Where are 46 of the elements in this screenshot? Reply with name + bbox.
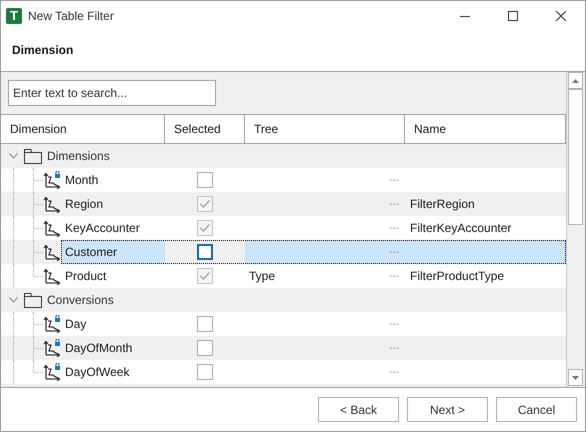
column-header[interactable]: Tree	[245, 115, 405, 143]
column-header[interactable]: Name	[405, 115, 566, 143]
ellipsis-button[interactable]: ···	[389, 340, 399, 356]
folder-icon	[24, 148, 42, 164]
checkbox[interactable]	[197, 364, 213, 380]
app-icon: T	[6, 8, 22, 24]
checkbox[interactable]	[197, 340, 213, 356]
arrow-up-icon	[572, 78, 579, 82]
column-header[interactable]: Dimension	[1, 115, 165, 143]
arrow-down-icon	[572, 376, 579, 380]
dimension-label[interactable]: Customer	[62, 240, 165, 264]
scrollbar[interactable]	[566, 72, 584, 387]
dialog-button[interactable]: Next >	[407, 397, 488, 422]
checkbox[interactable]	[197, 220, 213, 236]
check-icon	[200, 272, 210, 280]
ellipsis-button[interactable]: ···	[389, 364, 399, 380]
close-icon	[556, 10, 566, 20]
window-title: New Table Filter	[28, 8, 114, 24]
tree-value: Type	[249, 268, 276, 285]
group-label[interactable]: Conversions	[47, 291, 114, 309]
checkbox[interactable]	[197, 268, 213, 284]
scroll-up-button[interactable]	[568, 72, 583, 89]
folder-icon	[24, 292, 42, 308]
check-icon	[200, 224, 210, 232]
checkbox[interactable]	[197, 196, 213, 212]
ellipsis-button[interactable]: ···	[389, 316, 399, 332]
chevron-down-icon[interactable]	[9, 297, 18, 303]
scroll-thumb[interactable]	[568, 89, 583, 225]
ellipsis-button[interactable]: ···	[389, 220, 399, 236]
ellipsis-button[interactable]: ···	[389, 172, 399, 188]
dialog-button[interactable]: Cancel	[496, 397, 577, 422]
checkbox[interactable]	[197, 172, 213, 188]
column-header[interactable]: Selected	[165, 115, 245, 143]
checkbox[interactable]	[197, 244, 213, 260]
dialog-button[interactable]: < Back	[318, 397, 399, 422]
group-label[interactable]: Dimensions	[47, 147, 110, 165]
check-icon	[200, 200, 210, 208]
page-heading: Dimension	[12, 42, 74, 58]
maximize-icon	[508, 10, 518, 20]
search-field[interactable]: Enter text to search...	[8, 80, 216, 106]
chevron-down-icon[interactable]	[9, 153, 18, 159]
ellipsis-button[interactable]: ···	[389, 196, 399, 212]
ellipsis-button[interactable]: ···	[389, 244, 399, 260]
ellipsis-button[interactable]: ···	[389, 268, 399, 284]
checkbox[interactable]	[197, 316, 213, 332]
scroll-down-button[interactable]	[568, 369, 583, 386]
